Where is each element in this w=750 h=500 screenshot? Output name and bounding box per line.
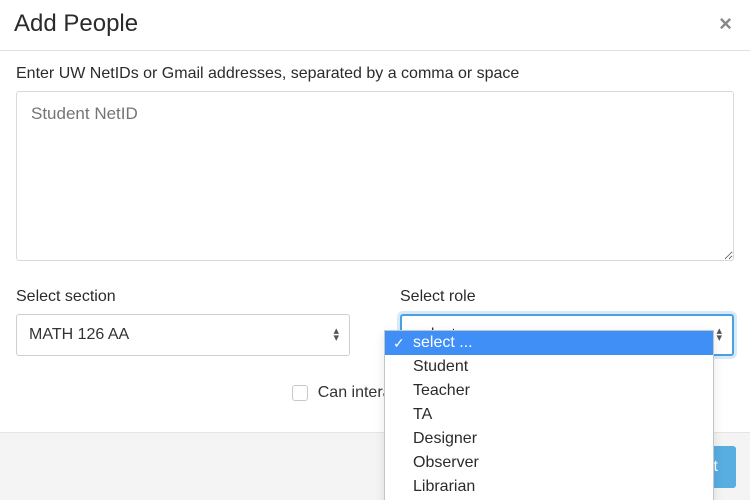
role-option[interactable]: Student (385, 355, 713, 379)
modal-header: Add People × (0, 0, 750, 51)
netid-label: Enter UW NetIDs or Gmail addresses, sepa… (16, 65, 734, 83)
modal-title: Add People (14, 10, 138, 38)
section-selected-value: MATH 126 AA (29, 326, 129, 344)
role-option[interactable]: Observer (385, 451, 713, 475)
role-option[interactable]: Librarian (385, 475, 713, 499)
add-people-modal: Add People × Enter UW NetIDs or Gmail ad… (0, 0, 750, 500)
section-select[interactable]: MATH 126 AA ▴▾ (16, 314, 350, 356)
role-option[interactable]: Designer (385, 427, 713, 451)
interact-checkbox[interactable] (292, 385, 308, 401)
close-button[interactable]: × (715, 13, 736, 35)
role-label: Select role (400, 288, 734, 306)
role-option[interactable]: Teacher (385, 379, 713, 403)
netid-input[interactable] (16, 91, 734, 261)
section-label: Select section (16, 288, 350, 306)
role-dropdown[interactable]: select ...StudentTeacherTADesignerObserv… (384, 330, 714, 500)
role-option[interactable]: TA (385, 403, 713, 427)
role-option[interactable]: select ... (385, 331, 713, 355)
section-col: Select section MATH 126 AA ▴▾ (16, 288, 350, 356)
stepper-arrows-icon: ▴▾ (333, 328, 339, 342)
stepper-arrows-icon: ▴▾ (716, 328, 722, 342)
